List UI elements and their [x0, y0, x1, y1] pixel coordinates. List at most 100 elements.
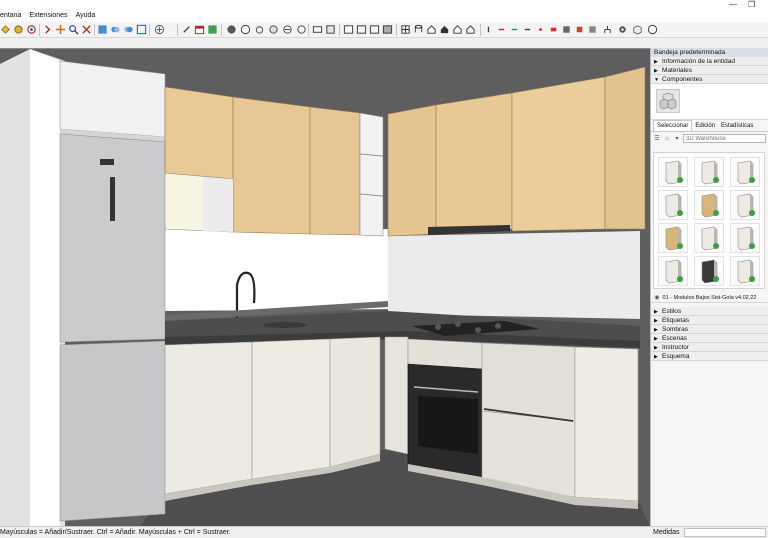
model-viewport[interactable]: [0, 48, 650, 526]
component-thumbnail[interactable]: [730, 190, 760, 220]
pan-icon[interactable]: [55, 24, 66, 35]
restore-icon[interactable]: ❐: [748, 0, 755, 10]
section-shadows[interactable]: ▶ Sombras: [651, 325, 768, 334]
union-icon[interactable]: [123, 24, 134, 35]
tab-statistics[interactable]: Estadísticas: [718, 121, 756, 131]
paint-bucket-icon[interactable]: [0, 24, 11, 35]
component-thumbnail[interactable]: [694, 223, 724, 253]
hierarchy-icon[interactable]: [602, 24, 613, 35]
section-scenes[interactable]: ▶ Escenas: [651, 334, 768, 343]
chevron-right-icon: ▶: [654, 318, 658, 324]
menu-ventana[interactable]: entana: [0, 10, 25, 22]
fog-icon[interactable]: [282, 24, 293, 35]
toolbar-separator: [177, 24, 178, 36]
toolbar-separator: [480, 24, 481, 36]
house-back-icon[interactable]: [452, 24, 463, 35]
section-outliner[interactable]: ▶ Esquema: [651, 352, 768, 361]
xray-icon[interactable]: [343, 24, 354, 35]
iso-view-icon[interactable]: [325, 24, 336, 35]
drawer-upper: [481, 342, 576, 422]
tape-measure-icon[interactable]: [13, 24, 24, 35]
section-tags[interactable]: ▶ Etiquetas: [651, 316, 768, 325]
component-thumbnail[interactable]: [730, 157, 760, 187]
layout-icon[interactable]: [226, 24, 237, 35]
tab-select[interactable]: Seleccionar: [653, 120, 693, 131]
search-input[interactable]: [683, 134, 766, 143]
dark-arrow-icon[interactable]: [522, 24, 533, 35]
shadow-icon[interactable]: [268, 24, 279, 35]
model-name-row[interactable]: ◉ 01 - Modulos Bajos Sist-Gola v4.02.22: [651, 293, 768, 303]
tray-title: Bandeja predeterminada: [651, 48, 768, 57]
module-icon[interactable]: [587, 24, 598, 35]
section-label: Etiquetas: [662, 317, 690, 324]
minimize-icon[interactable]: —: [729, 0, 737, 10]
component-thumbnail[interactable]: [730, 223, 760, 253]
chevron-right-icon: ▶: [654, 327, 658, 333]
walk-icon[interactable]: [42, 24, 53, 35]
view-options-icon[interactable]: ☰: [653, 135, 661, 143]
component-thumbnail[interactable]: [694, 157, 724, 187]
intersect-icon[interactable]: [110, 24, 121, 35]
end-panel: [574, 346, 639, 502]
component-thumbnail[interactable]: [658, 157, 688, 187]
red-arrow-icon[interactable]: [496, 24, 507, 35]
move-icon[interactable]: [181, 24, 192, 35]
outer-shell-icon[interactable]: [136, 24, 147, 35]
section-instructor[interactable]: ▶ Instructor: [651, 343, 768, 352]
component-thumbnail[interactable]: [694, 256, 724, 286]
help-icon[interactable]: [647, 24, 658, 35]
extension-warehouse-icon[interactable]: [154, 24, 165, 35]
standard-views-icon[interactable]: [312, 24, 323, 35]
red-tag-icon[interactable]: [548, 24, 559, 35]
grid-icon[interactable]: [400, 24, 411, 35]
measurements-input[interactable]: [684, 528, 766, 537]
home-icon[interactable]: ⌂: [663, 135, 671, 143]
base-cabinet-3: [329, 336, 381, 468]
orbit-icon[interactable]: [26, 24, 37, 35]
hidden-line-icon[interactable]: [369, 24, 380, 35]
wireframe-icon[interactable]: [356, 24, 367, 35]
chevron-right-icon: ▶: [654, 309, 658, 315]
left-wall-face: [30, 49, 60, 526]
tab-edit[interactable]: Edición: [692, 121, 718, 131]
house-outline-icon[interactable]: [465, 24, 476, 35]
red-square-icon[interactable]: [574, 24, 585, 35]
dot-icon[interactable]: [535, 24, 546, 35]
cylinder-icon[interactable]: [413, 24, 424, 35]
section-icon[interactable]: [296, 24, 307, 35]
component-thumbnail[interactable]: [730, 256, 760, 286]
dropdown-icon[interactable]: ▾: [673, 135, 681, 143]
chip-icon[interactable]: [561, 24, 572, 35]
house-filled-icon[interactable]: [439, 24, 450, 35]
section-label: Estilos: [662, 308, 682, 315]
green-arrow-icon[interactable]: [509, 24, 520, 35]
section-materials[interactable]: ▶ Materiales: [651, 66, 768, 75]
zoom-extents-icon[interactable]: [81, 24, 92, 35]
component-preview-area: [651, 84, 768, 120]
section-label: Esquema: [662, 353, 690, 360]
settings-gear-icon[interactable]: [617, 24, 628, 35]
component-thumbnail[interactable]: [694, 190, 724, 220]
sandbox-icon[interactable]: [97, 24, 108, 35]
globe-icon[interactable]: [240, 24, 251, 35]
upper-cabinet-1: [164, 86, 234, 180]
zoom-icon[interactable]: [68, 24, 79, 35]
menu-extensiones[interactable]: Extensiones: [25, 10, 71, 22]
component-thumbnail[interactable]: [658, 190, 688, 220]
upper-cabinet-2: [232, 96, 311, 235]
ruby-console-icon[interactable]: [207, 24, 218, 35]
section-entity-info[interactable]: ▶ Información de la entidad: [651, 57, 768, 66]
calendar-icon[interactable]: [194, 24, 205, 35]
pin-icon[interactable]: [483, 24, 494, 35]
house-icon[interactable]: [426, 24, 437, 35]
section-components[interactable]: ▼ Componentes: [651, 75, 768, 84]
component-thumbnail[interactable]: [658, 223, 688, 253]
teapot-icon[interactable]: [254, 24, 265, 35]
section-styles[interactable]: ▶ Estilos: [651, 307, 768, 316]
component-thumbnail[interactable]: [658, 256, 688, 286]
cube-icon[interactable]: [632, 24, 643, 35]
menu-ayuda[interactable]: Ayuda: [72, 10, 100, 22]
sink: [263, 322, 307, 328]
corner-open-shelf: [359, 112, 384, 237]
shaded-icon[interactable]: [382, 24, 393, 35]
